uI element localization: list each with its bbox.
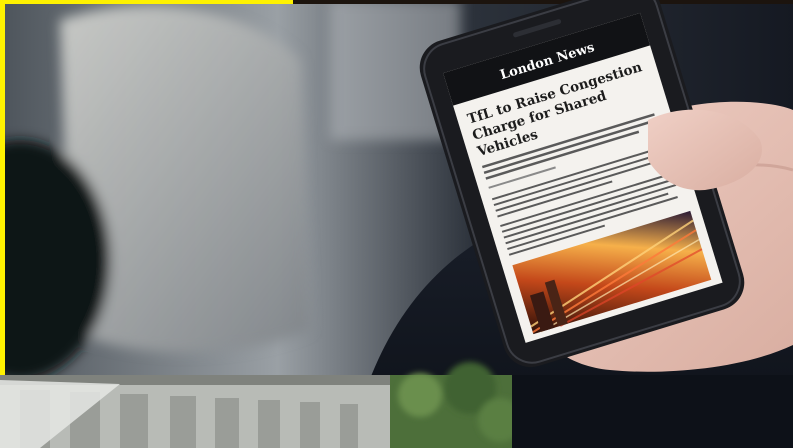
top-dark-strip	[293, 0, 793, 4]
photo-svg: London News TfL to Raise Congestion Char…	[0, 0, 793, 448]
photo-collage: London News TfL to Raise Congestion Char…	[0, 0, 793, 448]
yellow-frame-top	[0, 0, 293, 4]
yellow-frame-left	[0, 0, 5, 375]
